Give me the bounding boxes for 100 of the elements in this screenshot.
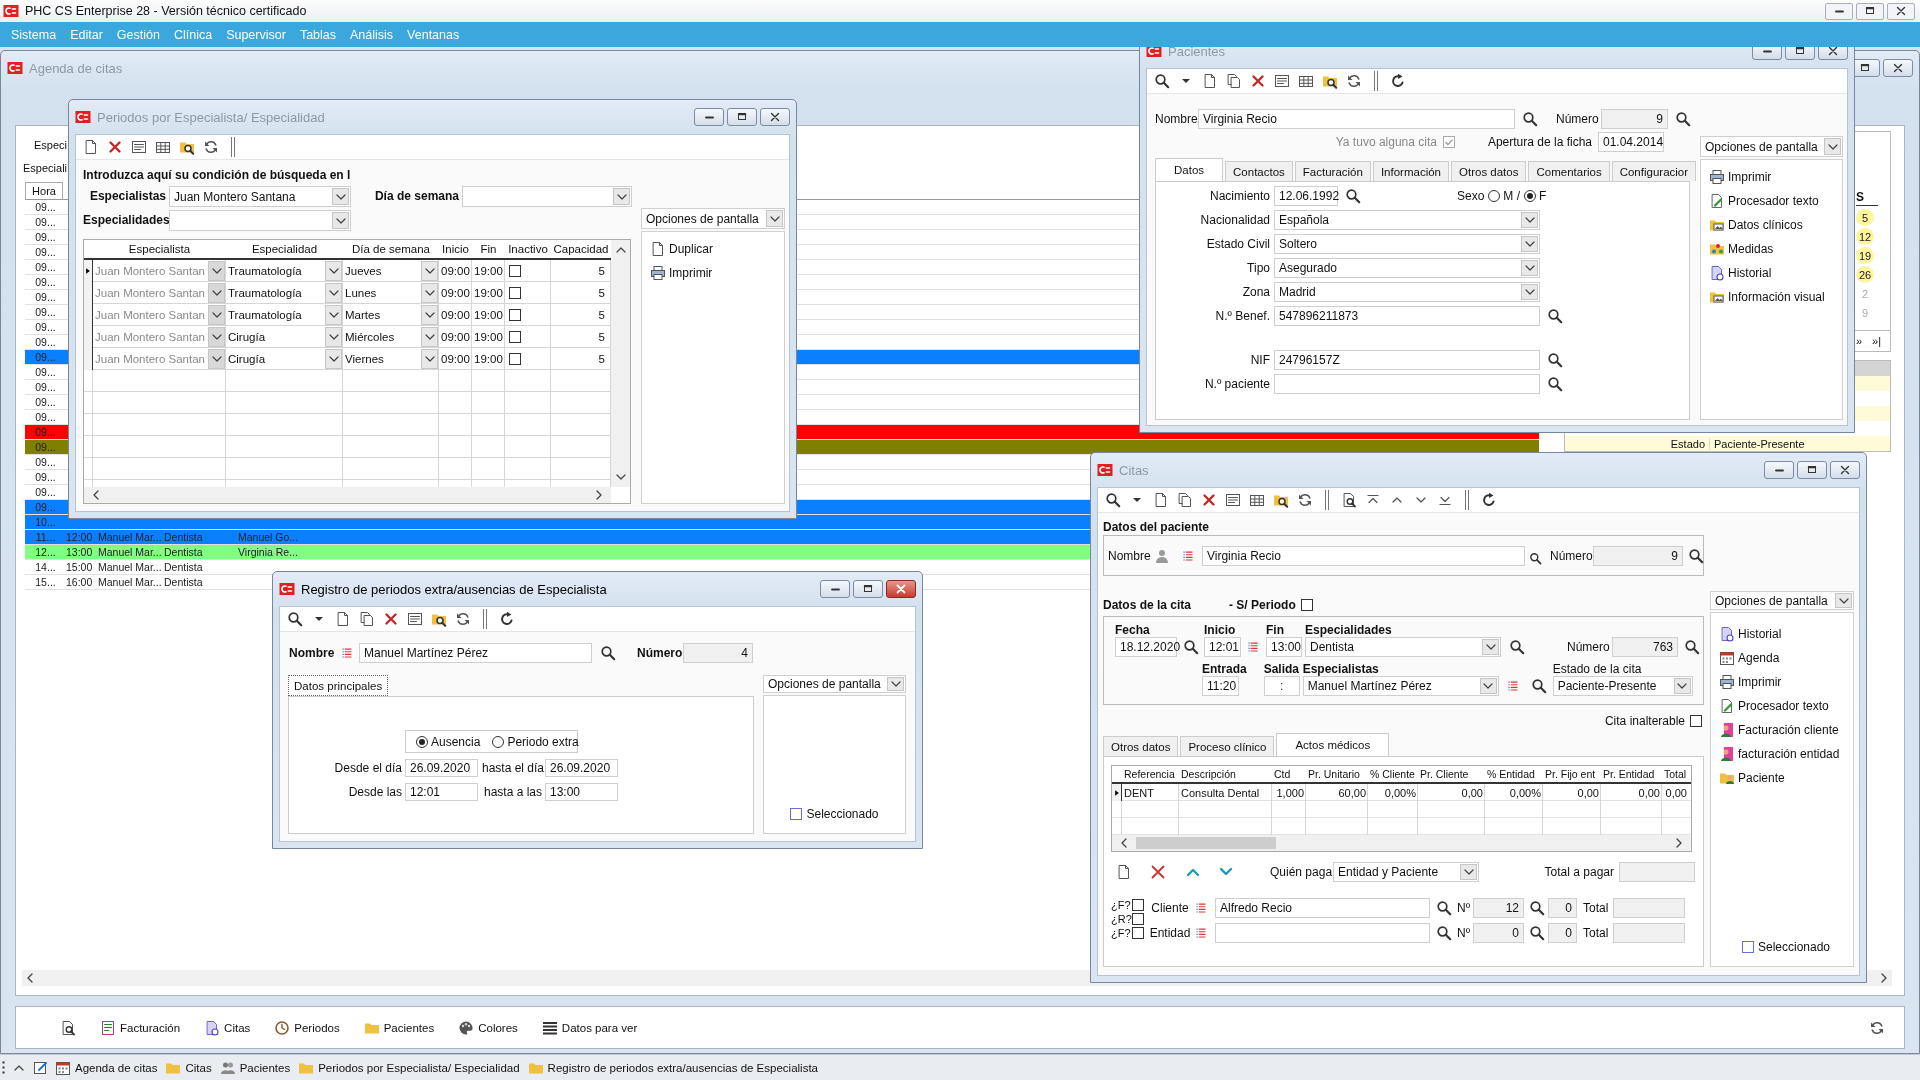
- refresh-icon[interactable]: [1869, 1019, 1885, 1036]
- search-icon[interactable]: [1675, 111, 1691, 127]
- calendar-day[interactable]: 19: [1856, 247, 1874, 264]
- list-icon[interactable]: [341, 647, 353, 659]
- menu-item[interactable]: Imprimir: [1719, 673, 1853, 691]
- close-button[interactable]: [760, 108, 790, 126]
- search-icon[interactable]: [1530, 678, 1547, 694]
- input-field[interactable]: 12:01: [405, 783, 478, 801]
- form-icon[interactable]: [407, 611, 423, 627]
- toolbar-button[interactable]: Citas: [204, 1019, 251, 1036]
- close-button[interactable]: [1887, 2, 1915, 20]
- checkbox[interactable]: [1690, 715, 1702, 727]
- search-icon[interactable]: [1688, 547, 1704, 564]
- time-field[interactable]: 11:20: [1202, 676, 1239, 696]
- time-field[interactable]: 13:00: [1266, 637, 1302, 657]
- row-header[interactable]: [84, 260, 93, 282]
- number-field[interactable]: 9: [1593, 545, 1683, 566]
- horizontal-scrollbar[interactable]: [84, 487, 611, 503]
- tab[interactable]: Facturación: [1294, 161, 1371, 181]
- menu-item[interactable]: Imprimir: [1709, 168, 1842, 186]
- checkbox[interactable]: [1741, 941, 1754, 953]
- cell-dropdown[interactable]: Traumatología: [226, 282, 343, 304]
- vertical-scrollbar[interactable]: [611, 240, 630, 487]
- date-field[interactable]: 12.06.1992: [1274, 186, 1338, 206]
- menu-item[interactable]: Facturación cliente: [1719, 721, 1853, 739]
- menu-item[interactable]: Medidas: [1709, 240, 1842, 258]
- checkbox[interactable]: [509, 265, 521, 277]
- toolbar-button[interactable]: Pacientes: [363, 1019, 435, 1036]
- tab[interactable]: Otros datos: [1103, 736, 1179, 756]
- search-icon[interactable]: [1154, 73, 1170, 89]
- document-icon[interactable]: [1116, 864, 1132, 880]
- checkbox[interactable]: [509, 331, 521, 343]
- edit-icon[interactable]: [33, 1059, 49, 1076]
- restore-button[interactable]: [853, 580, 883, 598]
- search-icon[interactable]: [600, 645, 616, 661]
- row-header[interactable]: [1112, 784, 1122, 801]
- close-button[interactable]: [1818, 47, 1848, 60]
- delete-icon[interactable]: [383, 611, 399, 627]
- name-field[interactable]: Virginia Recio: [1198, 109, 1515, 129]
- taskbar-item[interactable]: Pacientes: [219, 1059, 291, 1076]
- list-icon[interactable]: [1195, 902, 1207, 914]
- tab[interactable]: Contactos: [1225, 161, 1293, 181]
- total-field[interactable]: [1613, 898, 1685, 918]
- input-field[interactable]: 26.09.2020: [405, 759, 478, 777]
- search-icon[interactable]: [1522, 111, 1538, 127]
- options-dropdown[interactable]: Opciones de pantalla: [1710, 591, 1854, 610]
- list-icon[interactable]: [1195, 927, 1207, 939]
- input-field[interactable]: [1274, 374, 1540, 394]
- close-button[interactable]: [886, 580, 916, 598]
- search-icon[interactable]: [1547, 352, 1563, 368]
- reload-icon[interactable]: [499, 611, 515, 627]
- radio-button[interactable]: M /: [1488, 189, 1521, 203]
- reload-icon[interactable]: [1390, 73, 1406, 89]
- radio-button[interactable]: F: [1524, 189, 1547, 203]
- checkbox[interactable]: [509, 287, 521, 299]
- grid-icon[interactable]: [1298, 73, 1314, 89]
- document-icon[interactable]: [1202, 73, 1218, 89]
- restore-button[interactable]: [727, 108, 757, 126]
- taskbar-item[interactable]: Citas: [165, 1059, 212, 1076]
- tab[interactable]: Actos médicos: [1276, 733, 1390, 756]
- input-field[interactable]: 24796157Z: [1274, 350, 1540, 370]
- search-icon[interactable]: [1547, 308, 1563, 324]
- nav-button[interactable]: »|: [1869, 335, 1884, 347]
- copy-icon[interactable]: [1177, 492, 1193, 508]
- input-field[interactable]: 13:00: [545, 783, 618, 801]
- calendar-day[interactable]: 12: [1856, 228, 1874, 245]
- delete-icon[interactable]: [1201, 492, 1217, 508]
- refresh-icon[interactable]: [1346, 73, 1362, 89]
- menu-item[interactable]: Imprimir: [650, 264, 784, 282]
- search-icon[interactable]: [1529, 925, 1545, 941]
- taskbar-item[interactable]: Periodos por Especialista/ Especialidad: [298, 1059, 520, 1076]
- delete-icon[interactable]: [1250, 73, 1266, 89]
- time-field[interactable]: :: [1263, 676, 1300, 696]
- taskbar-item[interactable]: Registro de periodos extra/ausencias de Especialista: [527, 1059, 818, 1076]
- search-icon[interactable]: [1436, 925, 1452, 941]
- document-icon[interactable]: [1153, 492, 1169, 508]
- search-icon[interactable]: [1183, 639, 1199, 655]
- options-dropdown[interactable]: Opciones de pantalla: [1700, 136, 1843, 157]
- nav-button[interactable]: »: [1852, 335, 1865, 347]
- delete-icon[interactable]: [107, 139, 123, 155]
- menu-item[interactable]: Procesador texto: [1719, 697, 1853, 715]
- cell-dropdown[interactable]: Viernes: [343, 348, 439, 370]
- checkbox[interactable]: [509, 353, 521, 365]
- document-icon[interactable]: [83, 139, 99, 155]
- row-header[interactable]: [84, 348, 93, 370]
- search-icon[interactable]: [1345, 188, 1361, 204]
- checkbox[interactable]: [1300, 599, 1313, 611]
- search-icon[interactable]: [1436, 900, 1452, 916]
- total-field[interactable]: [1619, 862, 1695, 882]
- menu-item[interactable]: Historial: [1719, 625, 1853, 643]
- menu-item[interactable]: Datos clínicos: [1709, 216, 1842, 234]
- close-button[interactable]: [1830, 461, 1860, 479]
- preview-icon[interactable]: [60, 1019, 76, 1036]
- close-button[interactable]: [1883, 59, 1913, 77]
- dropdown[interactable]: Española: [1274, 210, 1540, 230]
- menu-item[interactable]: Información visual: [1709, 288, 1842, 306]
- toolbar-button[interactable]: Facturación: [100, 1019, 181, 1036]
- menu-item[interactable]: facturación entidad: [1719, 745, 1853, 763]
- cell-dropdown[interactable]: Cirugía: [226, 326, 343, 348]
- search-icon[interactable]: [1529, 900, 1545, 916]
